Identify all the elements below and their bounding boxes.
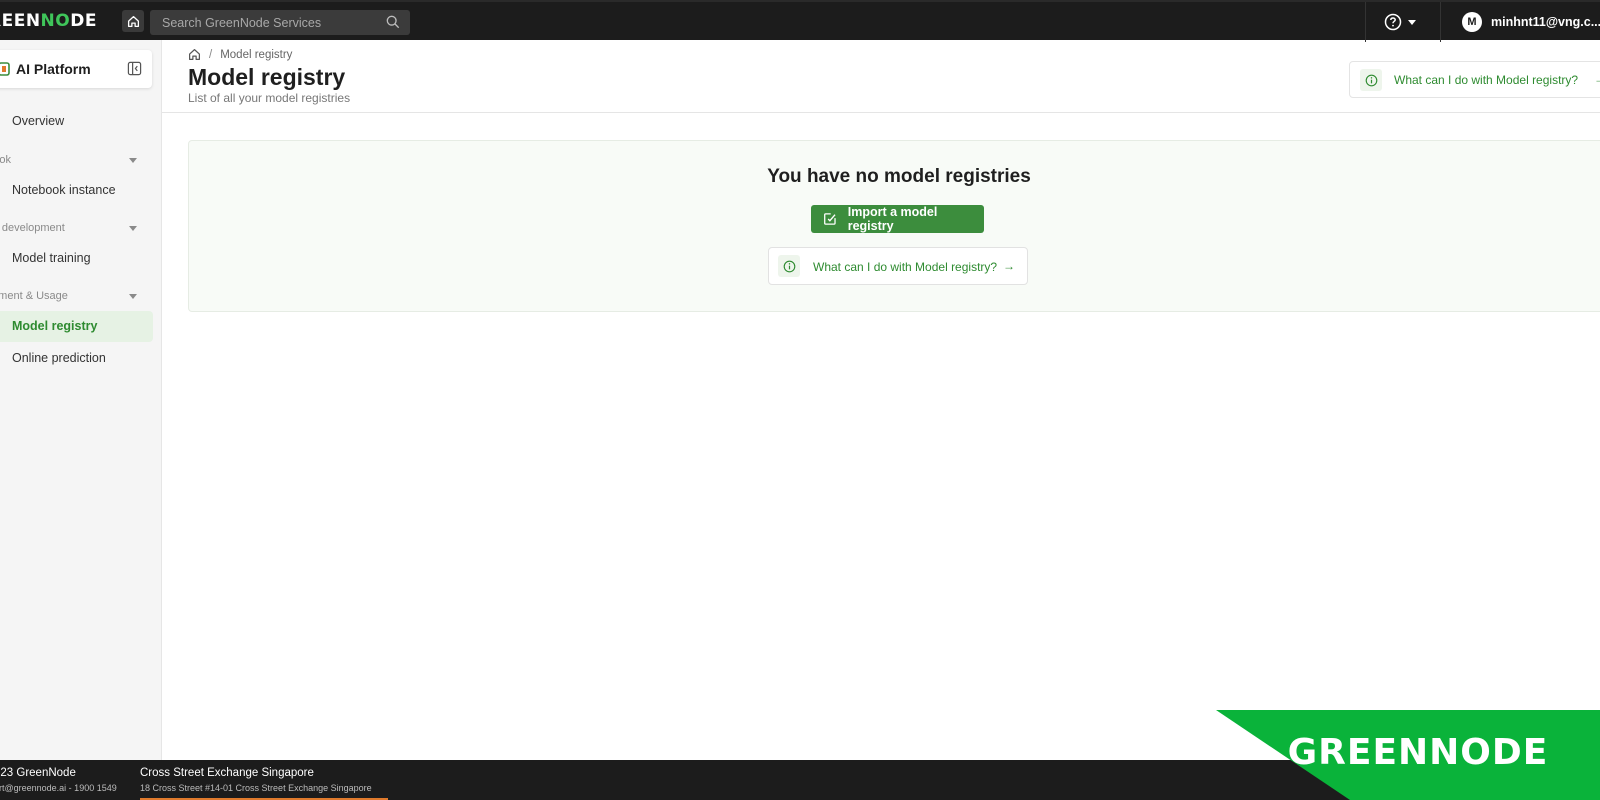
brand-banner-text: GREENNODE: [1288, 732, 1549, 773]
home-icon[interactable]: [188, 48, 201, 61]
user-email: minhnt11@vng.c...: [1491, 15, 1600, 29]
collapse-sidebar-icon[interactable]: [127, 61, 142, 76]
breadcrumb-separator: /: [209, 48, 213, 61]
sidebar-section-label: odel development: [0, 222, 65, 234]
empty-state-title: You have no model registries: [767, 166, 1031, 187]
sidebar-item-model-registry[interactable]: Model registry: [0, 311, 153, 342]
sidebar-section-notebook[interactable]: tebook: [0, 150, 143, 170]
page-subtitle: List of all your model registries: [188, 91, 351, 105]
top-navigation-bar: REENNODE M minhnt11@vng.c...: [0, 0, 1600, 42]
sidebar-item-model-training[interactable]: Model training: [0, 243, 153, 274]
help-icon: [1384, 13, 1402, 31]
footer-address-title: Cross Street Exchange Singapore: [140, 767, 314, 779]
help-link-model-registry-empty[interactable]: What can I do with Model registry? →: [768, 247, 1028, 285]
import-model-registry-button[interactable]: Import a model registry: [811, 205, 984, 233]
search-box: [150, 10, 410, 35]
sidebar-item-overview[interactable]: Overview: [0, 106, 153, 137]
avatar: M: [1462, 12, 1482, 32]
footer-address: 18 Cross Street #14-01 Cross Street Exch…: [140, 783, 372, 793]
help-menu-button[interactable]: [1384, 12, 1424, 32]
import-button-label: Import a model registry: [847, 205, 938, 233]
home-button[interactable]: [122, 10, 144, 32]
arrow-right-icon: →: [1594, 72, 1600, 86]
sidebar-header: AI Platform: [0, 50, 152, 88]
chevron-down-icon: [129, 226, 137, 231]
sidebar-section-label: ployment & Usage: [0, 290, 68, 302]
greennode-logo[interactable]: REENNODE: [0, 11, 97, 31]
footer-copyright: 023 GreenNode: [0, 767, 76, 779]
home-icon: [127, 15, 139, 27]
help-link-text: What can I do with Model registry?: [1394, 73, 1579, 87]
help-link-text: What can I do with Model registry?: [813, 260, 998, 274]
sidebar-title: AI Platform: [16, 61, 91, 77]
search-icon[interactable]: [386, 15, 400, 29]
sidebar-section-deployment-usage[interactable]: ployment & Usage: [0, 286, 143, 306]
sidebar-section-label: tebook: [0, 154, 12, 166]
search-input[interactable]: [150, 10, 380, 35]
page-header: / Model registry Model registry List of …: [162, 40, 1600, 113]
chevron-down-icon: [129, 158, 137, 163]
page-title: Model registry: [188, 64, 346, 90]
chevron-down-icon: [129, 294, 137, 299]
breadcrumb: / Model registry: [188, 48, 292, 61]
divider: [1440, 2, 1441, 42]
import-icon: [824, 213, 836, 225]
help-link-model-registry[interactable]: What can I do with Model registry? →: [1349, 61, 1600, 98]
arrow-right-icon: →: [1003, 259, 1015, 273]
info-icon: [778, 255, 800, 277]
sidebar-item-online-prediction[interactable]: Online prediction: [0, 343, 153, 374]
divider: [1365, 2, 1366, 42]
ai-platform-icon: [0, 62, 10, 76]
footer-contact: ort@greennode.ai - 1900 1549: [0, 783, 117, 793]
chevron-down-icon: [1408, 19, 1416, 25]
sidebar: AI Platform Overview tebook Notebook ins…: [0, 40, 162, 760]
user-menu[interactable]: M minhnt11@vng.c...: [1462, 12, 1600, 32]
sidebar-item-notebook-instance[interactable]: Notebook instance: [0, 175, 153, 206]
sidebar-section-model-development[interactable]: odel development: [0, 218, 143, 238]
greennode-brand-banner: GREENNODE: [1216, 710, 1600, 800]
info-icon: [1360, 69, 1382, 91]
breadcrumb-current: Model registry: [220, 48, 293, 61]
empty-state-card: You have no model registries Import a mo…: [188, 140, 1600, 312]
